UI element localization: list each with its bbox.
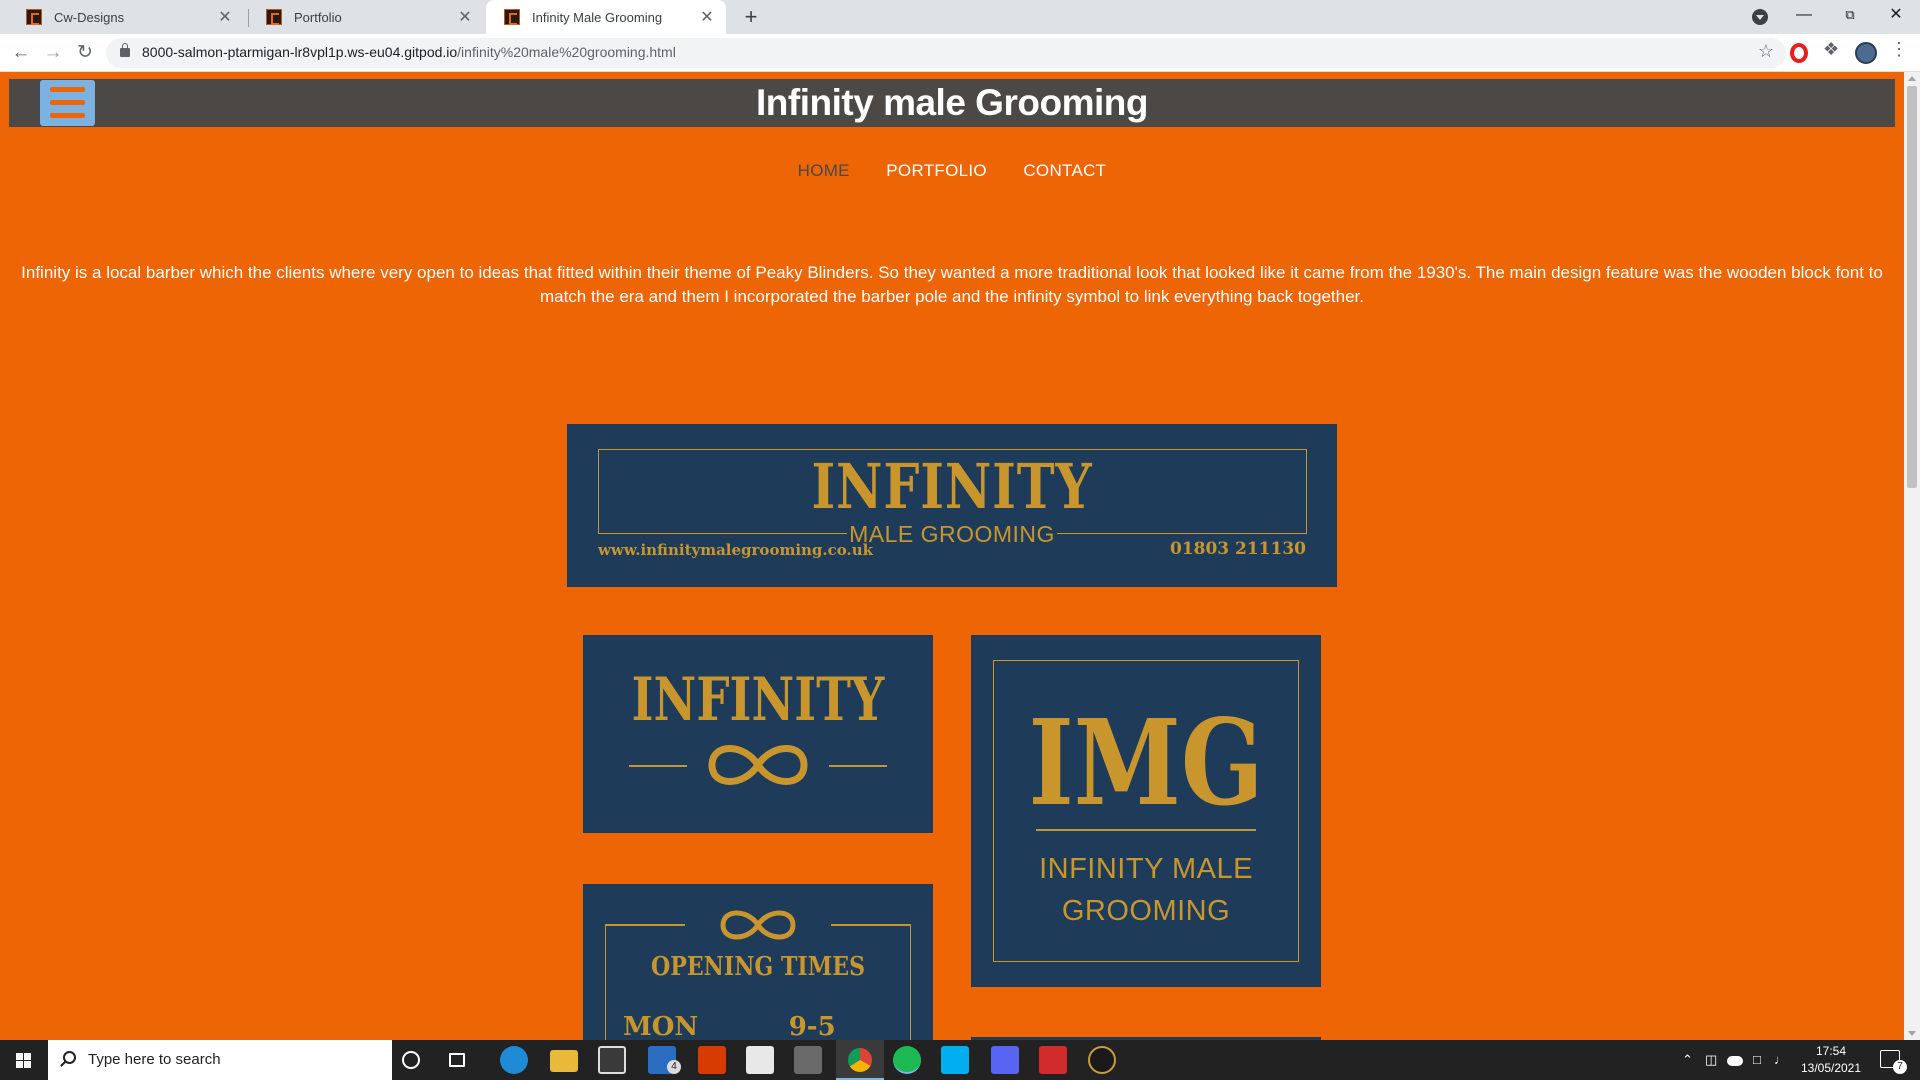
address-bar[interactable]: 8000-salmon-ptarmigan-lr8vpl1p.ws-eu04.g… — [106, 38, 1786, 68]
scroll-down-arrow-icon[interactable] — [1908, 1031, 1916, 1036]
back-arrow-icon[interactable]: ← — [7, 39, 35, 67]
onedrive-icon[interactable] — [1727, 1056, 1743, 1066]
url-text: 8000-salmon-ptarmigan-lr8vpl1p.ws-eu04.g… — [142, 44, 676, 60]
more-menu-icon[interactable]: ⋮ — [1890, 39, 1908, 61]
mail-badge: 4 — [667, 1060, 681, 1074]
chrome-icon — [848, 1048, 872, 1072]
reload-icon[interactable]: ↻ — [71, 39, 99, 67]
forward-arrow-icon[interactable]: → — [39, 39, 67, 67]
site-header: Infinity male Grooming — [9, 79, 1895, 127]
restore-icon[interactable]: ⧉ — [1827, 0, 1873, 32]
chrome-taskbar-button[interactable] — [836, 1040, 884, 1080]
divider-line — [831, 924, 911, 926]
browser-toolbar: ← → ↻ 8000-salmon-ptarmigan-lr8vpl1p.ws-… — [0, 34, 1920, 72]
file-explorer-icon[interactable] — [550, 1050, 578, 1072]
new-tab-button[interactable]: + — [737, 3, 765, 31]
opening-times-title: OPENING TIMES — [650, 952, 866, 982]
brand-wordmark: INFINITY — [811, 450, 1093, 523]
page-viewport: Infinity male Grooming HOME PORTFOLIO CO… — [0, 72, 1904, 1040]
search-placeholder: Type here to search — [88, 1051, 221, 1068]
tab-portfolio[interactable]: Portfolio ✕ — [248, 0, 484, 34]
tab-title: Cw-Designs — [54, 9, 125, 25]
app-red-icon[interactable] — [1039, 1046, 1067, 1074]
opening-times-row: MON 9-5 — [623, 1012, 836, 1040]
infinity-symbol-icon — [720, 910, 796, 940]
tab-cw-designs[interactable]: Cw-Designs ✕ — [8, 0, 244, 34]
brand-subtitle: MALE GROOMING — [847, 520, 1057, 548]
windows-taskbar: Type here to search 4 ⌃ ◫ □ ♩ 17:54 13/0… — [0, 1040, 1920, 1080]
tray-chevron-icon[interactable]: ⌃ — [1682, 1052, 1693, 1068]
nav-home[interactable]: HOME — [798, 161, 850, 181]
tab-close-icon[interactable]: ✕ — [216, 7, 234, 27]
infinity-symbol-icon — [708, 745, 808, 785]
lock-icon — [120, 43, 130, 57]
close-window-icon[interactable]: ✕ — [1873, 0, 1919, 32]
bookmark-star-icon[interactable]: ☆ — [1758, 41, 1774, 62]
calculator-app-icon[interactable] — [794, 1046, 822, 1074]
tab-close-icon[interactable]: ✕ — [456, 7, 474, 27]
minimize-icon[interactable]: — — [1781, 0, 1827, 32]
cortana-icon[interactable] — [402, 1051, 420, 1069]
phone-text: 01803 211130 — [1169, 539, 1306, 559]
scrollbar-thumb[interactable] — [1907, 86, 1917, 488]
league-of-legends-icon[interactable] — [1088, 1046, 1116, 1074]
windows-logo-icon — [16, 1053, 32, 1068]
discord-icon[interactable] — [991, 1046, 1019, 1074]
browser-tab-strip: Cw-Designs ✕ Portfolio ✕ Infinity Male G… — [0, 0, 1920, 34]
page-scrollbar[interactable] — [1904, 72, 1920, 1040]
taskbar-search-box[interactable]: Type here to search — [48, 1040, 392, 1080]
site-nav: HOME PORTFOLIO CONTACT — [0, 161, 1904, 181]
site-favicon-icon — [266, 9, 282, 25]
volume-icon[interactable]: ♩ — [1774, 1052, 1787, 1067]
capture-tool-icon[interactable] — [746, 1046, 774, 1074]
hamburger-menu-icon[interactable] — [40, 80, 95, 126]
nav-contact[interactable]: CONTACT — [1023, 161, 1106, 181]
project-description: Infinity is a local barber which the cli… — [21, 263, 1883, 306]
monogram-text: IMG — [1028, 693, 1264, 832]
skype-icon[interactable] — [941, 1046, 969, 1074]
notification-count-badge: 7 — [1893, 1060, 1907, 1074]
website-text: www.infinitymalegrooming.co.uk — [598, 541, 874, 559]
tab-title: Portfolio — [294, 9, 342, 25]
monogram-design-image: IMG INFINITY MALE GROOMING — [971, 635, 1321, 987]
tray-device-icon[interactable]: ◫ — [1705, 1052, 1717, 1068]
store-icon[interactable] — [598, 1046, 626, 1074]
search-icon — [63, 1051, 76, 1064]
network-icon[interactable]: □ — [1753, 1052, 1761, 1067]
profile-avatar[interactable] — [1855, 42, 1877, 64]
start-button[interactable] — [0, 1040, 48, 1080]
edge-browser-icon[interactable] — [500, 1046, 528, 1074]
monogram-subtitle: INFINITY MALE GROOMING — [1039, 853, 1253, 927]
site-title: Infinity male Grooming — [756, 82, 1148, 123]
tab-close-icon[interactable]: ✕ — [698, 7, 716, 27]
extensions-puzzle-icon[interactable]: ❖ — [1823, 39, 1845, 61]
opening-times-image: OPENING TIMES MON 9-5 — [583, 884, 933, 1040]
business-card-image: INFINITY MALE GROOMING www.infinitymaleg… — [567, 424, 1337, 587]
tab-infinity-male-grooming[interactable]: Infinity Male Grooming ✕ — [486, 0, 726, 34]
divider-line — [1036, 829, 1256, 831]
spotify-icon[interactable] — [893, 1046, 921, 1074]
nav-portfolio[interactable]: PORTFOLIO — [886, 161, 987, 181]
divider-line — [829, 765, 887, 767]
brand-wordmark: INFINITY — [631, 665, 885, 735]
office-icon[interactable] — [698, 1046, 726, 1074]
opera-extension-icon[interactable] — [1790, 43, 1808, 63]
tab-title: Infinity Male Grooming — [532, 9, 663, 25]
taskbar-clock[interactable]: 17:54 13/05/2021 — [1792, 1043, 1870, 1077]
logo-design-image: INFINITY — [583, 635, 933, 833]
site-favicon-icon — [26, 9, 42, 25]
task-view-icon[interactable] — [449, 1053, 465, 1067]
site-favicon-icon — [504, 9, 520, 25]
divider-line — [629, 765, 687, 767]
divider-line — [605, 924, 685, 926]
tab-search-icon[interactable] — [1752, 9, 1768, 25]
scroll-up-arrow-icon[interactable] — [1908, 76, 1916, 81]
